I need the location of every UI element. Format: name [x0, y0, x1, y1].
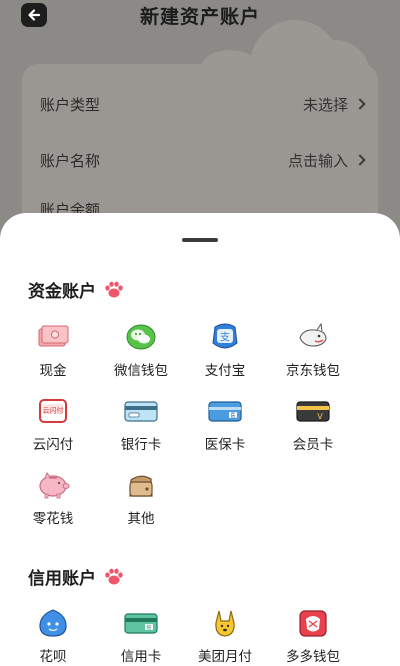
account-item-cash[interactable]: 现金	[10, 321, 96, 383]
account-item-label: 支付宝	[204, 363, 246, 379]
bank-card-icon	[124, 401, 158, 422]
account-item-label: 零花钱	[32, 511, 74, 527]
wechat-wallet-icon	[126, 324, 156, 350]
account-name-value: 点击输入	[287, 151, 348, 170]
account-item-pocket-money[interactable]: 零花钱	[10, 469, 96, 531]
account-type-sheet: 资金账户 现金 微信钱包 支 支付宝 京东钱包 云闪付 云闪付 银行卡 医 医保…	[0, 213, 400, 666]
top-bar: 新建资产账户	[0, 0, 400, 32]
paw-icon	[105, 568, 123, 584]
huabei-icon	[39, 609, 67, 637]
account-item-duoduo-wallet[interactable]: 多多钱包	[270, 607, 356, 666]
account-item-label: 微信钱包	[114, 363, 168, 379]
account-item-label: 多多钱包	[286, 649, 340, 665]
account-type-label: 账户类型	[40, 95, 101, 114]
section-title-text: 资金账户	[28, 282, 96, 302]
paw-icon	[105, 281, 123, 297]
account-item-huabei[interactable]: 花呗	[10, 607, 96, 666]
account-type-row[interactable]: 账户类型 未选择	[40, 92, 366, 116]
chevron-right-icon	[354, 154, 366, 166]
credit-card-icon: 信	[124, 613, 158, 634]
chevron-right-icon	[354, 98, 366, 110]
svg-text:V: V	[317, 412, 323, 421]
svg-text:信: 信	[146, 624, 151, 631]
cash-icon	[38, 325, 69, 347]
svg-text:支: 支	[220, 332, 230, 344]
account-item-label: 会员卡	[292, 437, 334, 453]
svg-text:医: 医	[230, 413, 235, 419]
account-item-jd-wallet[interactable]: 京东钱包	[270, 321, 356, 383]
alipay-icon: 支	[212, 323, 238, 349]
account-name-row[interactable]: 账户名称 点击输入	[40, 148, 366, 172]
page-title: 新建资产账户	[139, 6, 260, 28]
account-item-bank-card[interactable]: 银行卡	[98, 395, 184, 457]
account-item-medical-card[interactable]: 医 医保卡	[182, 395, 268, 457]
other-wallet-icon	[129, 475, 153, 497]
account-item-label: 医保卡	[204, 437, 246, 453]
member-card-icon: V	[296, 401, 330, 422]
account-item-unionpay-quickpass[interactable]: 云闪付 云闪付	[10, 395, 96, 457]
unionpay-quickpass-icon: 云闪付	[39, 399, 67, 423]
account-item-wechat-wallet[interactable]: 微信钱包	[98, 321, 184, 383]
account-item-label: 银行卡	[120, 437, 162, 453]
account-item-credit-card[interactable]: 信 信用卡	[98, 607, 184, 666]
piggy-bank-icon	[39, 471, 70, 499]
jd-wallet-icon	[299, 322, 327, 347]
account-item-label: 现金	[39, 363, 67, 379]
sheet-drag-handle[interactable]	[182, 238, 218, 242]
account-type-value: 未选择	[302, 95, 348, 114]
account-item-label: 云闪付	[32, 437, 74, 453]
medical-card-icon: 医	[208, 401, 242, 422]
account-item-label: 信用卡	[120, 649, 162, 665]
account-item-label: 美团月付	[198, 649, 252, 665]
meituan-pay-icon	[215, 610, 235, 637]
svg-text:云闪付: 云闪付	[43, 406, 64, 415]
account-item-label: 花呗	[39, 649, 67, 665]
section-title-text: 信用账户	[28, 569, 96, 589]
account-item-other[interactable]: 其他	[98, 469, 184, 531]
account-item-label: 京东钱包	[286, 363, 340, 379]
account-item-meituan-pay[interactable]: 美团月付	[182, 607, 268, 666]
account-item-alipay[interactable]: 支 支付宝	[182, 321, 268, 383]
account-item-member-card[interactable]: V 会员卡	[270, 395, 356, 457]
account-item-label: 其他	[127, 511, 155, 527]
duoduo-wallet-icon	[299, 610, 327, 637]
section-title-fund-accounts: 资金账户	[28, 277, 124, 302]
section-title-credit-accounts: 信用账户	[28, 564, 124, 589]
account-name-label: 账户名称	[40, 151, 101, 170]
